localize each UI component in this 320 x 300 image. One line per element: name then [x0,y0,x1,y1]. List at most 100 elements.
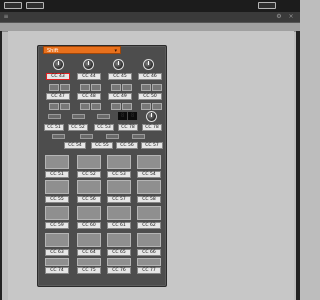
pad-label: CC 60 [77,222,101,229]
knob-label-1: CC 43 [46,73,70,80]
knob-label-3: CC 45 [108,73,132,80]
slider-3b[interactable] [122,84,132,91]
pad[interactable] [45,233,69,247]
small-button-1[interactable] [49,103,59,110]
mini-button-2[interactable] [72,114,85,119]
menu-icon[interactable]: ≡ [3,14,9,20]
pad[interactable] [107,258,131,266]
slider-4[interactable] [141,84,151,91]
pad-label: CC 66 [137,249,161,256]
pad[interactable] [107,233,131,247]
cc-label: CC 54 [64,142,86,149]
knob-2[interactable] [83,59,94,70]
pad[interactable] [107,206,131,220]
window-control[interactable] [4,2,22,9]
settings-icon[interactable]: ⚙ [276,14,282,20]
pad[interactable] [107,180,131,194]
slider-1b[interactable] [60,84,70,91]
cc-label: CC 51 [44,124,64,131]
mini-button-6[interactable] [106,134,119,139]
slider-label-4: CC 50 [138,93,162,100]
shift-label: Shift [47,48,59,54]
cc-label: CC 53 [94,124,114,131]
chevron-down-icon: ▾ [114,48,117,54]
pad[interactable] [107,155,131,169]
small-button-5[interactable] [111,103,121,110]
right-edge [296,31,300,300]
pad-label: CC 62 [137,222,161,229]
small-button-8[interactable] [152,103,162,110]
small-button-3[interactable] [80,103,90,110]
display-digit-2: 8 [128,112,137,120]
shift-dropdown[interactable]: Shift ▾ [43,46,121,54]
pad[interactable] [45,258,69,266]
pad-label: CC 64 [77,249,101,256]
pad[interactable] [137,258,161,266]
cc-label: CC 57 [141,142,163,149]
knob-label-2: CC 44 [77,73,101,80]
pad-label: CC 74 [45,267,69,274]
pad[interactable] [45,180,69,194]
pad-label: CC 63 [45,249,69,256]
close-icon[interactable]: × [288,14,294,20]
cc-label: CC 56 [116,142,138,149]
pad[interactable] [45,155,69,169]
window-control[interactable] [258,2,276,9]
mini-button-3[interactable] [97,114,110,119]
pad[interactable] [45,206,69,220]
small-button-7[interactable] [141,103,151,110]
slider-3[interactable] [111,84,121,91]
knob-3[interactable] [113,59,124,70]
mini-button-1[interactable] [48,114,61,119]
knob-5[interactable] [146,111,157,122]
pad[interactable] [137,180,161,194]
pad-label: CC 59 [45,222,69,229]
mini-button-4[interactable] [52,134,65,139]
pad-label: CC 52 [77,171,101,178]
pad[interactable] [137,233,161,247]
pad-label: CC 65 [107,249,131,256]
pad-label: CC 77 [137,267,161,274]
pad-label: CC 53 [107,171,131,178]
pad-label: CC 51 [45,171,69,178]
mini-button-5[interactable] [80,134,93,139]
pad-label: CC 75 [77,267,101,274]
pad[interactable] [77,180,101,194]
small-button-2[interactable] [60,103,70,110]
pad-label: CC 55 [45,196,69,203]
pad-label: CC 76 [107,267,131,274]
knob-1[interactable] [53,59,64,70]
slider-label-2: CC 48 [77,93,101,100]
cc-label: CC 52 [68,124,88,131]
pad-label: CC 54 [137,171,161,178]
cc-label: CC 78 [118,124,138,131]
left-edge [0,31,2,300]
pad[interactable] [77,206,101,220]
pad-label: CC 58 [137,196,161,203]
slider-1[interactable] [49,84,59,91]
mini-button-7[interactable] [132,134,145,139]
pad-label: CC 56 [77,196,101,203]
slider-2[interactable] [80,84,90,91]
slider-label-1: CC 47 [46,93,70,100]
toolbar: ≡ ⚙ × [0,12,300,23]
app-title-bar [0,0,300,12]
pad[interactable] [77,155,101,169]
cc-label: CC 78 [142,124,162,131]
knob-label-4: CC 46 [138,73,162,80]
small-button-6[interactable] [122,103,132,110]
knob-4[interactable] [143,59,154,70]
pad[interactable] [77,258,101,266]
slider-4b[interactable] [152,84,162,91]
display-digit-1: 8 [118,112,127,120]
pad[interactable] [77,233,101,247]
pad[interactable] [137,155,161,169]
window-control[interactable] [26,2,44,9]
pad[interactable] [137,206,161,220]
small-button-4[interactable] [91,103,101,110]
cc-label: CC 55 [91,142,113,149]
pad-label: CC 61 [107,222,131,229]
slider-label-3: CC 49 [108,93,132,100]
slider-2b[interactable] [91,84,101,91]
pad-label: CC 57 [107,196,131,203]
